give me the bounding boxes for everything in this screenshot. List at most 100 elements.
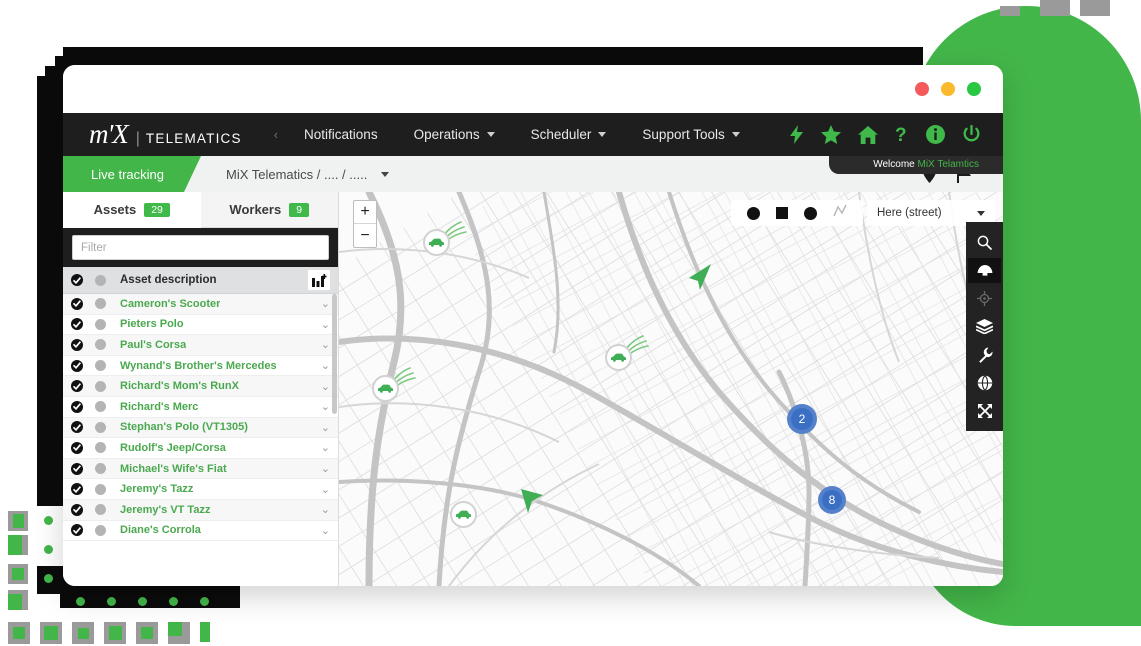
asset-checkbox[interactable] <box>71 359 83 372</box>
heading-arrow-marker[interactable] <box>687 262 713 297</box>
asset-row[interactable]: Pieters Polo ⌄ <box>63 314 338 336</box>
asset-checkbox[interactable] <box>71 400 83 413</box>
vehicle-marker[interactable] <box>423 229 450 256</box>
asset-row[interactable]: Paul's Corsa ⌄ <box>63 335 338 356</box>
tab-workers-count: 9 <box>289 202 310 217</box>
asset-checkbox[interactable] <box>71 483 83 496</box>
globe-icon[interactable] <box>968 370 1001 395</box>
asset-name-label: Diane's Corrola <box>120 524 201 537</box>
chevron-down-icon[interactable]: ⌄ <box>321 338 330 351</box>
window-controls <box>915 82 981 96</box>
nav-item-scheduler[interactable]: Scheduler <box>513 127 625 142</box>
chevron-down-icon[interactable]: ⌄ <box>321 483 330 496</box>
help-question-icon[interactable]: ? <box>895 125 909 144</box>
asset-row[interactable]: Diane's Corrola ⌄ <box>63 520 338 542</box>
asset-list[interactable]: Cameron's Scooter ⌄ Pieters Polo ⌄ Paul's Co… <box>63 294 338 586</box>
asset-name-label: Richard's Merc <box>120 400 199 413</box>
landmark-icon[interactable] <box>968 258 1001 283</box>
live-tracking-label: Live tracking <box>91 166 164 182</box>
search-icon[interactable] <box>968 230 1001 255</box>
asset-checkbox[interactable] <box>71 421 83 434</box>
asset-status-dot <box>95 524 106 536</box>
asset-row[interactable]: Michael's Wife's Fiat ⌄ <box>63 458 338 480</box>
cluster-marker[interactable]: 2 <box>787 404 817 434</box>
layers-icon[interactable] <box>968 314 1001 339</box>
asset-name-label: Stephan's Polo (VT1305) <box>120 421 248 434</box>
lightning-bolt-icon[interactable] <box>789 125 804 144</box>
decorative-dot <box>44 574 53 583</box>
chart-toggle-button[interactable] <box>308 270 330 290</box>
info-icon[interactable] <box>926 125 945 144</box>
asset-checkbox[interactable] <box>71 318 83 331</box>
polyline-draw-icon[interactable] <box>833 204 847 223</box>
asset-checkbox[interactable] <box>71 441 83 454</box>
power-icon[interactable] <box>962 125 981 144</box>
select-all-checkbox[interactable] <box>71 274 83 286</box>
circle-draw-icon[interactable] <box>747 206 760 220</box>
nav-item-support-tools[interactable]: Support Tools <box>624 127 757 142</box>
close-window-button[interactable] <box>915 82 929 96</box>
breadcrumb[interactable]: MiX Telematics / .... / ..... <box>226 167 390 182</box>
main-content: Assets 29 Workers 9 Asset <box>63 192 1003 586</box>
decorative-chip <box>8 594 22 610</box>
decorative-chip <box>44 626 58 640</box>
tab-workers-label: Workers <box>229 202 282 217</box>
asset-row[interactable]: Richard's Merc ⌄ <box>63 396 338 418</box>
chevron-down-icon[interactable]: ⌄ <box>321 462 330 475</box>
tab-workers[interactable]: Workers 9 <box>200 192 338 228</box>
asset-checkbox[interactable] <box>71 380 83 393</box>
nav-back-arrow-icon[interactable]: ‹ <box>266 127 286 142</box>
app-logo[interactable]: m'X | TELEMATICS <box>63 119 242 150</box>
asset-checkbox[interactable] <box>71 462 83 475</box>
decorative-dot <box>169 597 178 606</box>
asset-row[interactable]: Stephan's Polo (VT1305) ⌄ <box>63 417 338 439</box>
chevron-down-icon[interactable]: ⌄ <box>321 359 330 372</box>
chevron-down-icon[interactable]: ⌄ <box>321 524 330 537</box>
chevron-down-icon[interactable]: ⌄ <box>321 318 330 331</box>
asset-row[interactable]: Jeremy's VT Tazz ⌄ <box>63 499 338 521</box>
chevron-down-icon[interactable]: ⌄ <box>321 297 330 310</box>
minimize-window-button[interactable] <box>941 82 955 96</box>
nav-item-operations[interactable]: Operations <box>396 127 513 142</box>
expand-fullscreen-icon[interactable] <box>968 398 1001 423</box>
polygon-draw-icon[interactable] <box>804 206 817 220</box>
asset-row[interactable]: Wynand's Brother's Mercedes ⌄ <box>63 355 338 377</box>
asset-name-label: Pieters Polo <box>120 318 184 331</box>
asset-row[interactable]: Richard's Mom's RunX ⌄ <box>63 376 338 397</box>
asset-checkbox[interactable] <box>71 524 83 537</box>
chevron-down-icon[interactable]: ⌄ <box>321 380 330 393</box>
nav-item-notifications[interactable]: Notifications <box>286 127 396 142</box>
filter-input[interactable] <box>72 235 329 260</box>
asset-checkbox[interactable] <box>71 297 83 310</box>
asset-list-scrollbar[interactable] <box>332 294 337 414</box>
asset-checkbox[interactable] <box>71 338 83 351</box>
crosshair-target-icon[interactable] <box>968 286 1001 311</box>
rectangle-draw-icon[interactable] <box>776 207 788 219</box>
heading-arrow-marker[interactable] <box>519 487 545 522</box>
vehicle-marker[interactable] <box>450 501 477 528</box>
asset-checkbox[interactable] <box>71 503 83 516</box>
chevron-down-icon[interactable]: ⌄ <box>321 400 330 413</box>
zoom-out-button[interactable]: − <box>354 224 376 247</box>
vehicle-marker[interactable] <box>605 344 632 371</box>
vehicle-marker[interactable] <box>372 375 399 402</box>
map-canvas[interactable]: + − Here (street) 2 8 <box>339 192 1003 586</box>
star-icon[interactable] <box>821 125 841 144</box>
asset-status-dot <box>95 318 106 330</box>
zoom-in-button[interactable]: + <box>354 201 376 224</box>
maximize-window-button[interactable] <box>967 82 981 96</box>
cluster-marker[interactable]: 8 <box>818 486 846 514</box>
decorative-chip <box>78 628 89 639</box>
live-tracking-tab[interactable]: Live tracking <box>63 156 201 192</box>
asset-status-dot <box>95 483 106 495</box>
home-icon[interactable] <box>858 125 878 144</box>
chevron-down-icon[interactable]: ⌄ <box>321 421 330 434</box>
asset-row[interactable]: Rudolf's Jeep/Corsa ⌄ <box>63 438 338 459</box>
asset-row[interactable]: Cameron's Scooter ⌄ <box>63 294 338 315</box>
chevron-down-icon[interactable]: ⌄ <box>321 441 330 454</box>
tab-assets[interactable]: Assets 29 <box>63 192 201 228</box>
wrench-icon[interactable] <box>968 342 1001 367</box>
asset-name-label: Richard's Mom's RunX <box>120 380 239 393</box>
asset-row[interactable]: Jeremy's Tazz ⌄ <box>63 479 338 500</box>
chevron-down-icon[interactable]: ⌄ <box>321 503 330 516</box>
